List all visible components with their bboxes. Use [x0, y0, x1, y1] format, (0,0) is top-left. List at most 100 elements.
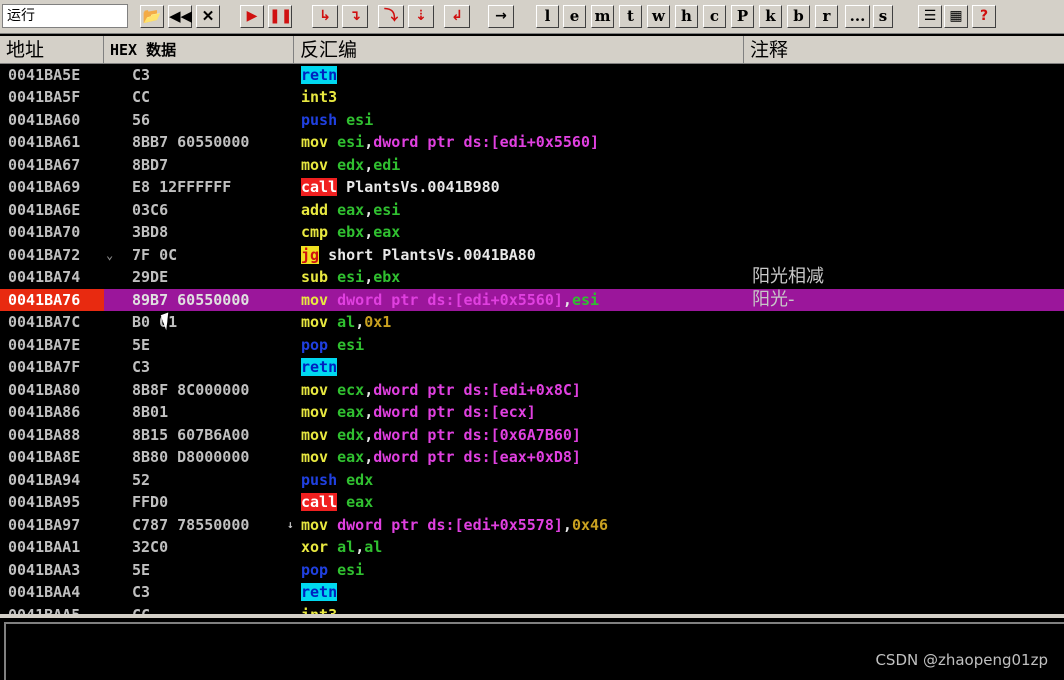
- disasm-token: dword ptr ds:[edi+0x5560]: [373, 133, 600, 151]
- instruction-address: 0041BA74: [8, 268, 81, 286]
- instruction-row[interactable]: 0041BA70 3BD8 cmp ebx,eax: [0, 221, 1064, 244]
- disasm-token: mov: [301, 133, 338, 151]
- instruction-row[interactable]: 0041BA86 8B01 mov eax,dword ptr ds:[ecx]: [0, 401, 1064, 424]
- instruction-row[interactable]: 0041BA5F CC int3: [0, 86, 1064, 109]
- toolbar: 运行 📂 ◀◀ ✕ ▶ ❚❚ ↳ ↴ ⤵ ⇣ ↲ → l e m t w h c Pk b r... s ☰ ▦?: [0, 0, 1064, 34]
- disasm-token: jg: [301, 245, 320, 264]
- window-button[interactable]: ▦: [944, 5, 968, 28]
- disasm-token: dword ptr ds:[eax+0xD8]: [373, 448, 581, 466]
- trace-over-button[interactable]: ⇣: [408, 5, 434, 28]
- window-button-r[interactable]: r: [815, 5, 838, 28]
- instruction-hex: 5E: [132, 560, 151, 579]
- trace-into-icon: ⤵: [384, 8, 398, 24]
- window-button-b[interactable]: b: [787, 5, 810, 28]
- instruction-hex: 56: [132, 110, 151, 129]
- instruction-row[interactable]: 0041BA69 E8 12FFFFFF call PlantsVs.0041B98…: [0, 176, 1064, 199]
- disasm-token: ebx: [373, 268, 401, 286]
- disasm-token: ,: [364, 425, 374, 444]
- list-icon: ☰: [923, 8, 937, 24]
- disasm-token: cmp: [301, 223, 338, 241]
- instruction-row[interactable]: 0041BA88 8B15 607B6A00 mov edx,dword ptr d…: [0, 424, 1064, 447]
- instruction-address: 0041BA6E: [8, 200, 81, 219]
- instruction-address: 0041BAA3: [8, 560, 81, 579]
- instruction-hex: 8B01: [132, 403, 169, 421]
- disasm-token: edx: [337, 425, 365, 444]
- step-into-button[interactable]: ↳: [312, 5, 338, 28]
- instruction-hex: 3BD8: [132, 223, 169, 241]
- info-pane[interactable]: [0, 614, 1064, 680]
- column-header-comment[interactable]: 注释: [744, 36, 1064, 64]
- instruction-row[interactable]: 0041BA72 7F 0C ⌄ jg short PlantsVs.0041BA80: [0, 244, 1064, 267]
- instruction-row[interactable]: 0041BA97 C787 78550000 ↓ mov dword ptr ds:[…: [0, 514, 1064, 537]
- column-header-disasm[interactable]: 反汇编: [294, 36, 744, 64]
- instruction-row[interactable]: 0041BA7F C3 retn: [0, 356, 1064, 379]
- disasm-token: mov: [301, 448, 338, 466]
- instruction-row[interactable]: 0041BA67 8BD7 mov edx,edi: [0, 154, 1064, 177]
- instruction-row[interactable]: 0041BA7E 5E pop esi: [0, 334, 1064, 357]
- disasm-token: ,: [364, 380, 374, 399]
- help-button[interactable]: ?: [972, 5, 996, 28]
- instruction-comment: 阳光相减: [752, 266, 824, 287]
- instruction-disasm: push edx: [301, 469, 373, 492]
- window-button-l[interactable]: l: [536, 5, 559, 28]
- column-header-hex[interactable]: HEX 数据: [104, 36, 294, 64]
- instruction-row[interactable]: 0041BAA4 C3 retn: [0, 581, 1064, 604]
- open-folder-button[interactable]: 📂: [140, 5, 164, 28]
- instruction-hex: C3: [132, 358, 151, 376]
- disasm-token: esi: [373, 200, 401, 219]
- disassembly-listing[interactable]: 0041BA5E C3 retn 0041BA5F CC int3 0041BA60 56 pu…: [0, 64, 1064, 614]
- instruction-row[interactable]: 0041BA61 8BB7 60550000 mov esi,dword ptr d…: [0, 131, 1064, 154]
- disasm-token: eax: [337, 403, 365, 421]
- window-button-h[interactable]: h: [675, 5, 698, 28]
- disasm-token: ,: [364, 155, 374, 174]
- execute-till-return-button[interactable]: ↲: [444, 5, 470, 28]
- instruction-disasm: mov edx,edi: [301, 154, 400, 177]
- window-button-s[interactable]: s: [873, 5, 893, 28]
- close-button[interactable]: ✕: [196, 5, 220, 28]
- goto-button[interactable]: →: [488, 5, 514, 28]
- selected-instruction-row[interactable]: 0041BA76 89B7 60550000 mov dword ptr ds:[e…: [0, 288, 1064, 312]
- instruction-row[interactable]: 0041BA80 8B8F 8C000000 mov ecx,dword ptr d…: [0, 379, 1064, 402]
- window-button-c[interactable]: c: [703, 5, 726, 28]
- instruction-row[interactable]: 0041BA95 FFD0 call eax: [0, 491, 1064, 514]
- instruction-disasm: mov al,0x1: [301, 311, 391, 334]
- window-button-t[interactable]: t: [619, 5, 642, 28]
- pause-button[interactable]: ❚❚: [268, 5, 292, 28]
- instruction-row[interactable]: 0041BAA3 5E pop esi: [0, 559, 1064, 582]
- instruction-row[interactable]: 0041BA74 29DE sub esi,ebx 阳光相减: [0, 266, 1064, 289]
- step-over-button[interactable]: ↴: [342, 5, 368, 28]
- disasm-token: short PlantsVs.0041BA80: [319, 245, 536, 264]
- instruction-hex: 32C0: [132, 538, 169, 556]
- run-status-label: 运行: [2, 4, 128, 28]
- instruction-row[interactable]: 0041BA6E 03C6 add eax,esi: [0, 199, 1064, 222]
- window-button-k[interactable]: k: [759, 5, 782, 28]
- window-button-P[interactable]: P: [731, 5, 754, 28]
- window-button-m[interactable]: m: [591, 5, 614, 28]
- instruction-address: 0041BA97: [8, 515, 81, 534]
- instruction-row[interactable]: 0041BAA1 32C0 xor al,al: [0, 536, 1064, 559]
- instruction-row[interactable]: 0041BA94 52 push edx: [0, 469, 1064, 492]
- column-header-address[interactable]: 地址: [0, 36, 104, 64]
- instruction-hex: C787 78550000: [132, 515, 250, 534]
- instruction-row[interactable]: 0041BA60 56 push esi: [0, 109, 1064, 132]
- trace-into-button[interactable]: ⤵: [378, 5, 404, 28]
- list-button[interactable]: ☰: [918, 5, 942, 28]
- instruction-row[interactable]: 0041BA5E C3 retn: [0, 64, 1064, 86]
- goto-icon: →: [495, 8, 507, 24]
- disasm-token: esi: [571, 290, 600, 309]
- run-button[interactable]: ▶: [240, 5, 264, 28]
- disasm-token: eax: [346, 493, 374, 511]
- disasm-token: esi: [346, 110, 374, 129]
- instruction-row[interactable]: 0041BA8E 8B80 D8000000 mov eax,dword ptr d…: [0, 446, 1064, 469]
- disasm-token: ,: [562, 290, 572, 309]
- disasm-token: dword ptr ds:[edi+0x5578]: [337, 515, 563, 534]
- instruction-address: 0041BA5F: [8, 88, 81, 106]
- instruction-row[interactable]: 0041BAA5 CC int3: [0, 604, 1064, 615]
- window-button-w[interactable]: w: [647, 5, 670, 28]
- window-button-e[interactable]: e: [563, 5, 586, 28]
- disasm-token: al: [337, 538, 356, 556]
- window-button-more[interactable]: ...: [845, 5, 870, 28]
- instruction-disasm: mov dword ptr ds:[edi+0x5560],esi: [301, 289, 599, 312]
- instruction-disasm: push esi: [301, 109, 373, 132]
- rewind-button[interactable]: ◀◀: [168, 5, 192, 28]
